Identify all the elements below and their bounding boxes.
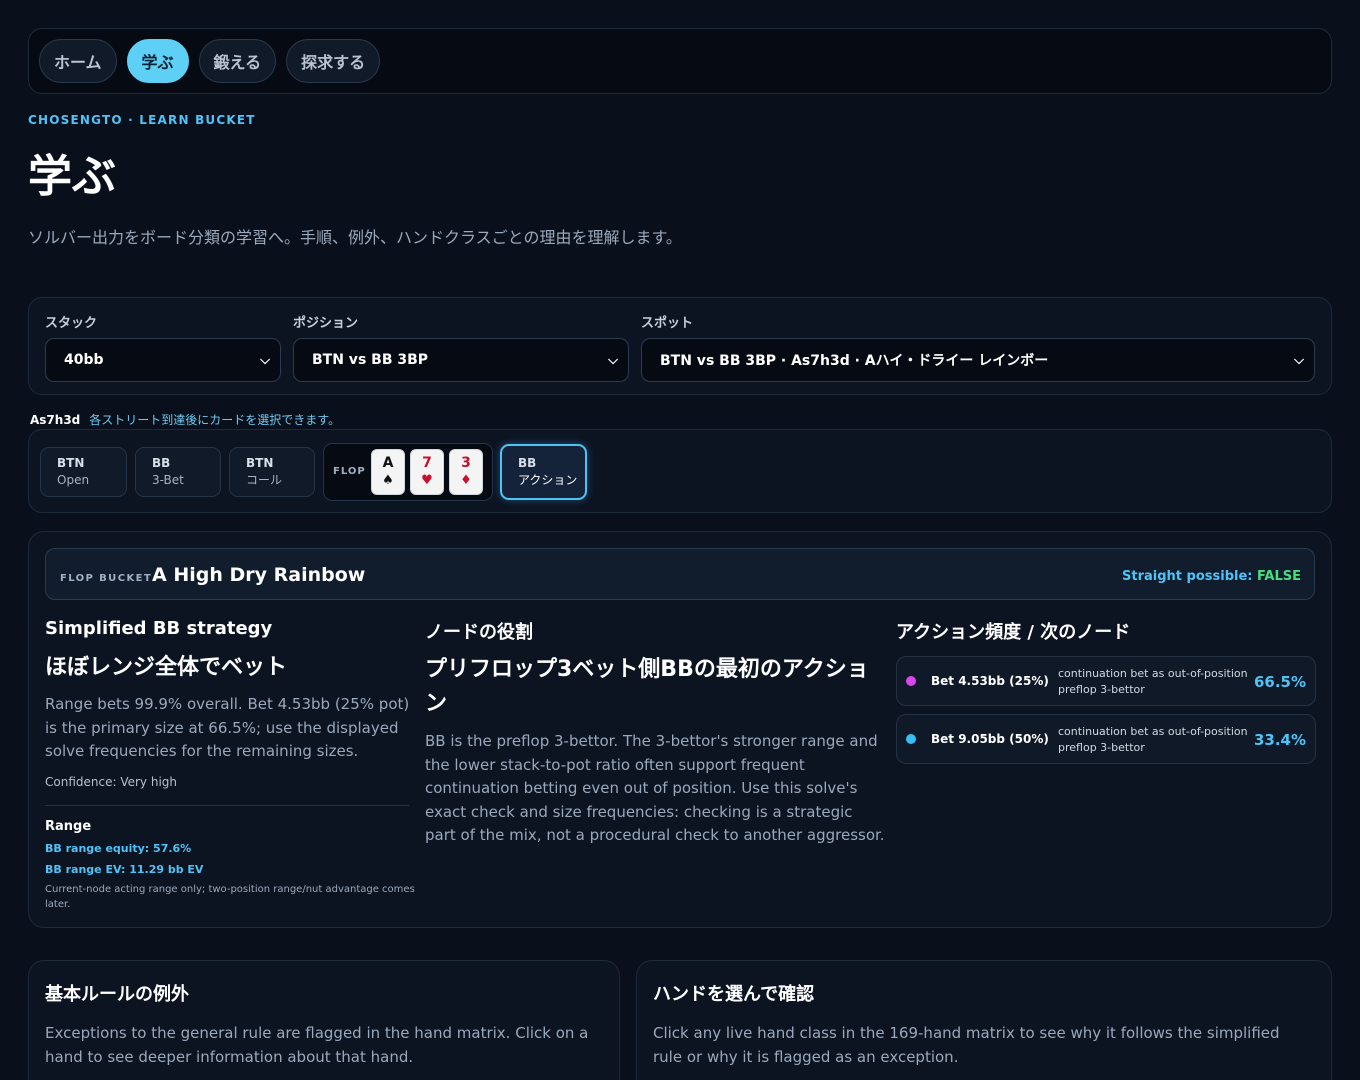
card-rank: 7: [422, 455, 432, 471]
range-equity: BB range equity: 57.6%: [45, 842, 192, 855]
playing-card-three-diamonds[interactable]: 3 ♦: [449, 449, 483, 495]
straight-possible: Straight possible: FALSE: [1122, 569, 1301, 584]
trail-step-bb-3bet[interactable]: BB 3-Bet: [135, 447, 221, 497]
stack-label: スタック: [45, 316, 98, 331]
trail-action: 3-Bet: [152, 473, 184, 487]
street-hint: 各ストリート到達後にカードを選択できます。: [89, 413, 341, 427]
card-rank: A: [382, 455, 394, 471]
nav-train[interactable]: 鍛える: [198, 39, 277, 83]
frequency-description: continuation bet as out-of-position pref…: [1058, 667, 1248, 696]
node-role-headline: プリフロップ3ベット側BBの最初のアクション: [425, 657, 869, 716]
confidence: Confidence: Very high: [45, 775, 177, 789]
position-value: BTN vs BB 3BP: [312, 352, 429, 368]
nav-home[interactable]: ホーム: [39, 39, 117, 83]
learn-page: ホーム 学ぶ 鍛える 探求する CHOSENGTO · LEARN BUCKET…: [0, 0, 1360, 1080]
position-group: ポジション BTN vs BB 3BP ⌵: [293, 312, 629, 382]
frequency-row[interactable]: Bet 9.05bb (50%) continuation bet as out…: [896, 714, 1316, 764]
page-subtitle: ソルバー出力をボード分類の学習へ。手順、例外、ハンドクラスごとの理由を理解します…: [28, 228, 682, 247]
trail-position: BTN: [57, 456, 85, 470]
frequency-percent: 66.5%: [1253, 673, 1306, 691]
bucket-name: A High Dry Rainbow: [152, 564, 366, 586]
node-role-body: BB is the preflop 3-bettor. The 3-bettor…: [425, 732, 885, 844]
exceptions-card: 基本ルールの例外 Exceptions to the general rule …: [28, 960, 620, 1080]
spot-select[interactable]: BTN vs BB 3BP · As7h3d · Aハイ・ドライー レインボー …: [641, 338, 1315, 382]
position-select[interactable]: BTN vs BB 3BP ⌵: [293, 338, 629, 382]
range-ev: BB range EV: 11.29 bb EV: [45, 863, 204, 876]
straight-value: FALSE: [1257, 569, 1301, 584]
strategy-heading: Simplified BB strategy: [45, 618, 273, 639]
spot-label: スポット: [641, 316, 694, 331]
hand-pick-card: ハンドを選んで確認 Click any live hand class in t…: [636, 960, 1332, 1080]
node-role-heading: ノードの役割: [425, 622, 533, 643]
strategy-headline: ほぼレンジ全体でベット: [45, 655, 288, 680]
chevron-down-icon: ⌵: [1294, 352, 1304, 368]
top-nav: ホーム 学ぶ 鍛える 探求する: [28, 28, 1332, 94]
trail-step-btn-call[interactable]: BTN コール: [229, 447, 315, 497]
range-note: Current-node acting range only; two-posi…: [45, 884, 415, 910]
trail-position: BTN: [246, 456, 274, 470]
trail-action: コール: [246, 473, 283, 487]
bucket-card: FLOP BUCKET A High Dry Rainbow Straight …: [28, 531, 1332, 928]
series-dot-icon: [906, 676, 916, 686]
frequency-description: continuation bet as out-of-position pref…: [1058, 725, 1248, 754]
frequency-heading: アクション頻度 / 次のノード: [896, 622, 1131, 643]
flop-label: FLOP: [333, 466, 366, 477]
trail-step-btn-open[interactable]: BTN Open: [40, 447, 127, 497]
trail-position: BB: [152, 456, 171, 470]
spade-icon: ♠: [382, 473, 394, 488]
position-label: ポジション: [293, 316, 359, 331]
trail-position: BB: [518, 456, 537, 470]
exceptions-body: Exceptions to the general rule are flagg…: [45, 1024, 589, 1066]
strategy-body: Range bets 99.9% overall. Bet 4.53bb (25…: [45, 695, 410, 760]
range-heading: Range: [45, 819, 92, 834]
exceptions-heading: 基本ルールの例外: [45, 984, 189, 1005]
stack-group: スタック 40bb ⌵: [45, 312, 281, 382]
divider: [45, 805, 409, 806]
chevron-down-icon: ⌵: [608, 352, 618, 368]
stack-select[interactable]: 40bb ⌵: [45, 338, 281, 382]
heart-icon: ♥: [421, 473, 433, 488]
nav-learn[interactable]: 学ぶ: [126, 39, 189, 83]
frequency-label: Bet 9.05bb (50%): [931, 732, 1049, 746]
frequency-row[interactable]: Bet 4.53bb (25%) continuation bet as out…: [896, 656, 1316, 706]
flop-cards[interactable]: FLOP A ♠ 7 ♥ 3 ♦: [323, 443, 493, 501]
bucket-kicker: FLOP BUCKET: [60, 573, 153, 584]
trail-action: アクション: [518, 473, 578, 487]
frequency-label: Bet 4.53bb (25%): [931, 674, 1049, 688]
bucket-header: FLOP BUCKET A High Dry Rainbow Straight …: [45, 548, 1315, 600]
board-code: As7h3d: [30, 413, 81, 427]
card-rank: 3: [461, 455, 471, 471]
playing-card-seven-hearts[interactable]: 7 ♥: [410, 449, 444, 495]
chevron-down-icon: ⌵: [260, 352, 270, 368]
hand-pick-body: Click any live hand class in the 169-han…: [653, 1024, 1280, 1066]
frequency-percent: 33.4%: [1253, 731, 1306, 749]
trail-step-current[interactable]: BB アクション: [500, 444, 587, 500]
page-title: 学ぶ: [28, 151, 116, 202]
series-dot-icon: [906, 734, 916, 744]
spot-value: BTN vs BB 3BP · As7h3d · Aハイ・ドライー レインボー: [660, 353, 1049, 369]
stack-value: 40bb: [64, 352, 104, 368]
nav-explore[interactable]: 探求する: [286, 39, 381, 83]
hand-pick-heading: ハンドを選んで確認: [653, 984, 815, 1005]
eyebrow: CHOSENGTO · LEARN BUCKET: [28, 113, 256, 127]
trail-action: Open: [57, 473, 90, 487]
straight-label: Straight possible:: [1122, 569, 1253, 584]
diamond-icon: ♦: [460, 473, 472, 488]
street-info: As7h3d 各ストリート到達後にカードを選択できます。: [30, 411, 340, 428]
playing-card-ace-spades[interactable]: A ♠: [371, 449, 405, 495]
spot-group: スポット BTN vs BB 3BP · As7h3d · Aハイ・ドライー レ…: [641, 312, 1315, 382]
spot-selector-card: スタック 40bb ⌵ ポジション BTN vs BB 3BP ⌵ スポット B…: [28, 297, 1332, 395]
action-trail: BTN Open BB 3-Bet BTN コール FLOP A ♠ 7 ♥ 3…: [28, 429, 1332, 513]
